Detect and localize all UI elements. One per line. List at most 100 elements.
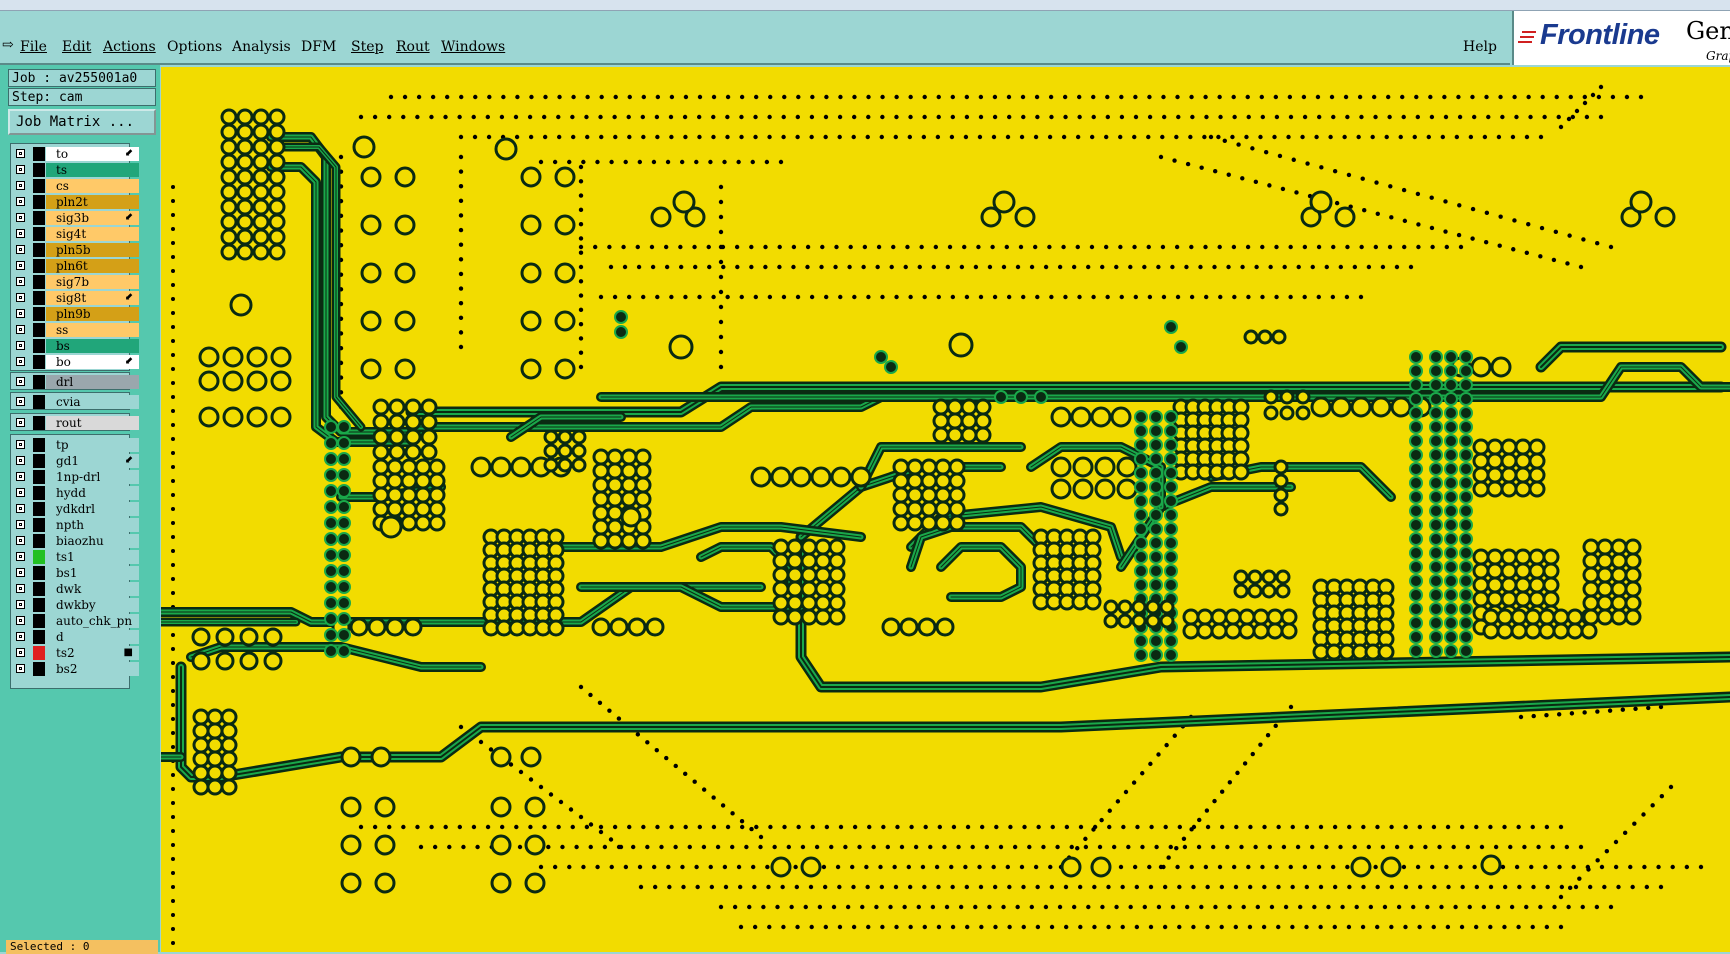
- layer-color-swatch[interactable]: [33, 195, 45, 209]
- layer-name[interactable]: bs1: [46, 566, 139, 580]
- layer-checkbox[interactable]: [16, 488, 25, 497]
- layer-name[interactable]: to ⬋: [46, 147, 139, 161]
- layer-checkbox[interactable]: [16, 504, 25, 513]
- layer-color-swatch[interactable]: [33, 147, 45, 161]
- layer-name[interactable]: cvia: [46, 395, 139, 409]
- layer-row-bo[interactable]: bo ⬋: [11, 354, 139, 370]
- layer-color-swatch[interactable]: [33, 395, 45, 409]
- menu-file[interactable]: File: [20, 39, 47, 55]
- layer-row-ts[interactable]: ts: [11, 162, 139, 178]
- layer-row-d[interactable]: d: [11, 629, 139, 645]
- layer-name[interactable]: ts1: [46, 550, 139, 564]
- layer-checkbox[interactable]: [16, 197, 25, 206]
- layer-name[interactable]: sig8t ⬋: [46, 291, 139, 305]
- layer-checkbox[interactable]: [16, 261, 25, 270]
- layer-color-swatch[interactable]: [33, 438, 45, 452]
- layer-color-swatch[interactable]: [33, 179, 45, 193]
- layer-name[interactable]: bs2: [46, 662, 139, 676]
- layer-row-biaozhu[interactable]: biaozhu: [11, 533, 139, 549]
- layer-color-swatch[interactable]: [33, 630, 45, 644]
- layer-color-swatch[interactable]: [33, 163, 45, 177]
- layer-color-swatch[interactable]: [33, 416, 45, 430]
- layer-name[interactable]: biaozhu: [46, 534, 139, 548]
- layer-checkbox[interactable]: [16, 357, 25, 366]
- layer-color-swatch[interactable]: [33, 227, 45, 241]
- layer-name[interactable]: rout: [46, 416, 139, 430]
- job-matrix-button[interactable]: Job Matrix ...: [8, 109, 156, 135]
- layer-row-bs2[interactable]: bs2: [11, 661, 139, 677]
- layer-row-ts2[interactable]: ts2 ■: [11, 645, 139, 661]
- layer-checkbox[interactable]: [16, 584, 25, 593]
- layer-color-swatch[interactable]: [33, 566, 45, 580]
- layer-checkbox[interactable]: [16, 213, 25, 222]
- layer-color-swatch[interactable]: [33, 486, 45, 500]
- layer-row-cs[interactable]: cs: [11, 178, 139, 194]
- layer-color-swatch[interactable]: [33, 275, 45, 289]
- layer-name[interactable]: ss: [46, 323, 139, 337]
- layer-name[interactable]: pln2t: [46, 195, 139, 209]
- layer-checkbox[interactable]: [16, 472, 25, 481]
- layer-checkbox[interactable]: [16, 181, 25, 190]
- layer-checkbox[interactable]: [16, 632, 25, 641]
- layer-row-hydd[interactable]: hydd: [11, 485, 139, 501]
- layer-name[interactable]: gd1 ⬋: [46, 454, 139, 468]
- layer-name[interactable]: pln5b: [46, 243, 139, 257]
- menu-step[interactable]: Step: [351, 39, 383, 55]
- layer-name[interactable]: sig3b ⬋: [46, 211, 139, 225]
- layer-row-sig7b[interactable]: sig7b: [11, 274, 139, 290]
- menu-analysis[interactable]: Analysis: [232, 39, 291, 55]
- layer-row-gd1[interactable]: gd1 ⬋: [11, 453, 139, 469]
- layer-name[interactable]: npth: [46, 518, 139, 532]
- layer-row-tp[interactable]: tp: [11, 437, 139, 453]
- layer-checkbox[interactable]: [16, 616, 25, 625]
- layer-name[interactable]: drl: [46, 375, 139, 389]
- layer-row-cvia[interactable]: cvia: [11, 394, 139, 410]
- layer-color-swatch[interactable]: [33, 323, 45, 337]
- menu-options[interactable]: Options: [167, 39, 222, 55]
- layer-name[interactable]: 1np-drl: [46, 470, 139, 484]
- layer-checkbox[interactable]: [16, 648, 25, 657]
- layer-row-rout[interactable]: rout: [11, 415, 139, 431]
- layer-checkbox[interactable]: [16, 552, 25, 561]
- layer-row-pln2t[interactable]: pln2t: [11, 194, 139, 210]
- layer-name[interactable]: cs: [46, 179, 139, 193]
- menu-windows[interactable]: Windows: [441, 39, 505, 55]
- layer-row-sig4t[interactable]: sig4t: [11, 226, 139, 242]
- layer-row-dwkby[interactable]: dwkby: [11, 597, 139, 613]
- layer-row-pln5b[interactable]: pln5b: [11, 242, 139, 258]
- layer-checkbox[interactable]: [16, 325, 25, 334]
- layer-name[interactable]: sig4t: [46, 227, 139, 241]
- layer-color-swatch[interactable]: [33, 307, 45, 321]
- menu-edit[interactable]: Edit: [62, 39, 91, 55]
- layer-checkbox[interactable]: [16, 293, 25, 302]
- layer-row-bs[interactable]: bs: [11, 338, 139, 354]
- layer-checkbox[interactable]: [16, 536, 25, 545]
- layer-checkbox[interactable]: [16, 245, 25, 254]
- layer-color-swatch[interactable]: [33, 518, 45, 532]
- menu-actions[interactable]: Actions: [103, 39, 156, 55]
- layer-name[interactable]: sig7b: [46, 275, 139, 289]
- layer-row-dwk[interactable]: dwk: [11, 581, 139, 597]
- layer-color-swatch[interactable]: [33, 646, 45, 660]
- layer-name[interactable]: pln6t: [46, 259, 139, 273]
- layer-name[interactable]: dwkby: [46, 598, 139, 612]
- layer-checkbox[interactable]: [16, 568, 25, 577]
- layer-row-auto_chk_pn[interactable]: auto_chk_pn: [11, 613, 139, 629]
- layer-name[interactable]: ts: [46, 163, 139, 177]
- layer-row-sig3b[interactable]: sig3b ⬋: [11, 210, 139, 226]
- layer-row-ydkdrl[interactable]: ydkdrl: [11, 501, 139, 517]
- layer-checkbox[interactable]: [16, 277, 25, 286]
- menu-help[interactable]: Help: [1463, 39, 1497, 55]
- layer-checkbox[interactable]: [16, 165, 25, 174]
- layer-color-swatch[interactable]: [33, 582, 45, 596]
- layer-row-to[interactable]: to ⬋: [11, 146, 139, 162]
- layer-color-swatch[interactable]: [33, 454, 45, 468]
- layer-color-swatch[interactable]: [33, 211, 45, 225]
- layer-row-drl[interactable]: drl: [11, 374, 139, 390]
- layer-color-swatch[interactable]: [33, 598, 45, 612]
- layer-color-swatch[interactable]: [33, 502, 45, 516]
- layer-color-swatch[interactable]: [33, 470, 45, 484]
- layer-checkbox[interactable]: [16, 229, 25, 238]
- pcb-graphics-canvas[interactable]: [161, 67, 1730, 952]
- layer-checkbox[interactable]: [16, 440, 25, 449]
